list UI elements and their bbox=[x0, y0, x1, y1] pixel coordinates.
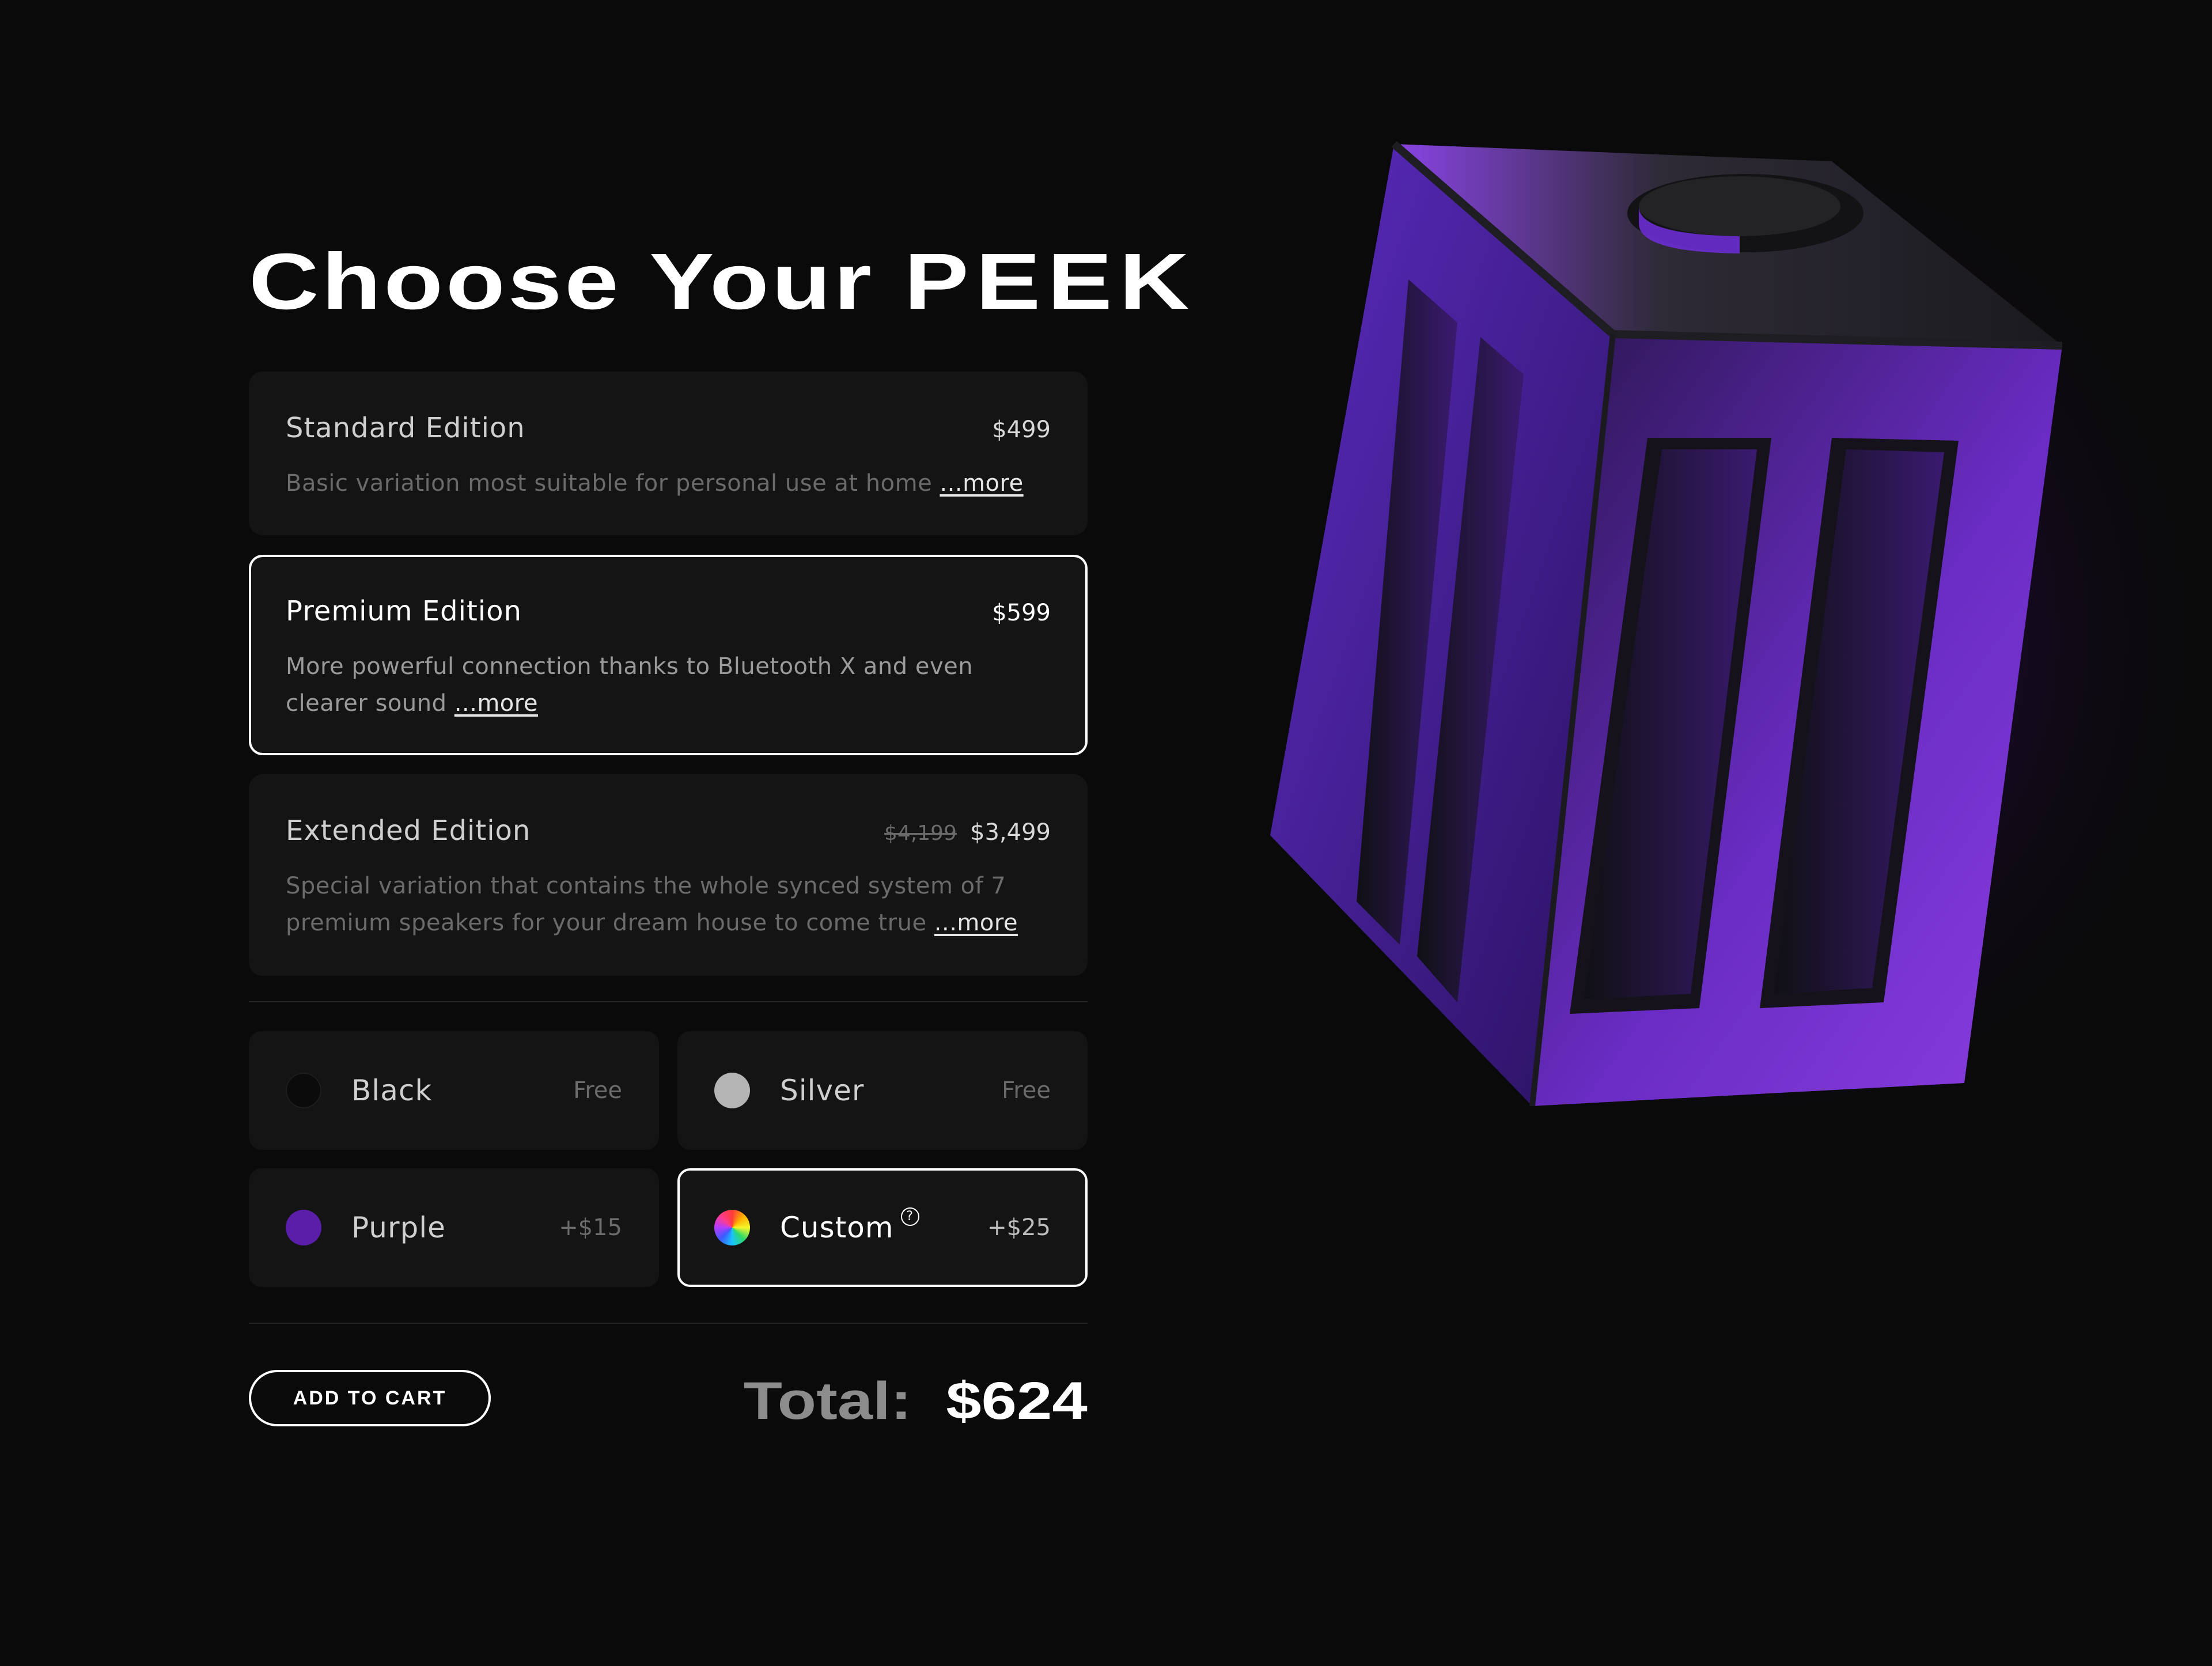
speaker-cube-illustration bbox=[1210, 104, 2189, 1169]
swatch-silver bbox=[714, 1073, 750, 1108]
page-title: Choose Your PEEK bbox=[249, 242, 1196, 321]
color-name: Silver bbox=[780, 1074, 865, 1107]
divider bbox=[249, 1001, 1088, 1002]
color-option-silver[interactable]: Silver Free bbox=[677, 1031, 1088, 1150]
total-value: $624 bbox=[946, 1372, 1088, 1430]
color-option-custom[interactable]: Custom ? +$25 bbox=[677, 1168, 1088, 1287]
color-name: Custom ? bbox=[780, 1207, 919, 1244]
edition-card-premium[interactable]: Premium Edition $599 More powerful conne… bbox=[249, 555, 1088, 755]
color-price: +$25 bbox=[987, 1214, 1051, 1241]
edition-price: $3,499 bbox=[970, 819, 1051, 846]
more-link[interactable]: ...more bbox=[454, 690, 538, 717]
edition-description-text: More powerful connection thanks to Bluet… bbox=[286, 653, 974, 717]
edition-description: Special variation that contains the whol… bbox=[286, 868, 1035, 941]
old-price: $4,199 bbox=[884, 821, 957, 845]
edition-description-text: Special variation that contains the whol… bbox=[286, 873, 1006, 936]
edition-description-text: Basic variation most suitable for person… bbox=[286, 470, 933, 497]
edition-description: More powerful connection thanks to Bluet… bbox=[286, 648, 1035, 722]
edition-description: Basic variation most suitable for person… bbox=[286, 465, 1035, 502]
color-name: Black bbox=[351, 1074, 433, 1107]
question-circle-icon[interactable]: ? bbox=[900, 1207, 919, 1226]
swatch-purple bbox=[286, 1210, 321, 1245]
color-price: +$15 bbox=[559, 1214, 622, 1241]
edition-price-group: $4,199 $3,499 bbox=[884, 819, 1051, 846]
color-option-purple[interactable]: Purple +$15 bbox=[249, 1168, 659, 1287]
color-option-black[interactable]: Black Free bbox=[249, 1031, 659, 1150]
edition-price: $499 bbox=[992, 416, 1051, 443]
color-price: Free bbox=[1002, 1077, 1051, 1104]
brand-name: PEEK bbox=[904, 237, 1196, 326]
more-link[interactable]: ...more bbox=[940, 470, 1023, 497]
speaker-illustration bbox=[1210, 104, 2189, 1169]
edition-name: Extended Edition bbox=[286, 815, 531, 847]
divider bbox=[249, 1323, 1088, 1324]
swatch-black bbox=[286, 1073, 321, 1108]
total-label: Total: bbox=[743, 1372, 912, 1430]
color-name-text: Custom bbox=[780, 1211, 894, 1244]
swatch-custom-rainbow bbox=[714, 1210, 750, 1245]
add-to-cart-button[interactable]: ADD TO CART bbox=[249, 1370, 491, 1426]
edition-name: Premium Edition bbox=[286, 595, 522, 627]
edition-card-standard[interactable]: Standard Edition $499 Basic variation mo… bbox=[249, 372, 1088, 535]
edition-name: Standard Edition bbox=[286, 412, 525, 444]
more-link[interactable]: ...more bbox=[934, 910, 1018, 936]
color-name: Purple bbox=[351, 1211, 446, 1244]
product-configurator: Choose Your PEEK Standard Edition $499 B… bbox=[0, 0, 2212, 1666]
edition-price: $599 bbox=[992, 600, 1051, 626]
color-price: Free bbox=[573, 1077, 622, 1104]
edition-card-extended[interactable]: Extended Edition $4,199 $3,499 Special v… bbox=[249, 774, 1088, 976]
total-price: Total: $624 bbox=[744, 1371, 1088, 1432]
title-prefix: Choose Your bbox=[249, 237, 874, 326]
